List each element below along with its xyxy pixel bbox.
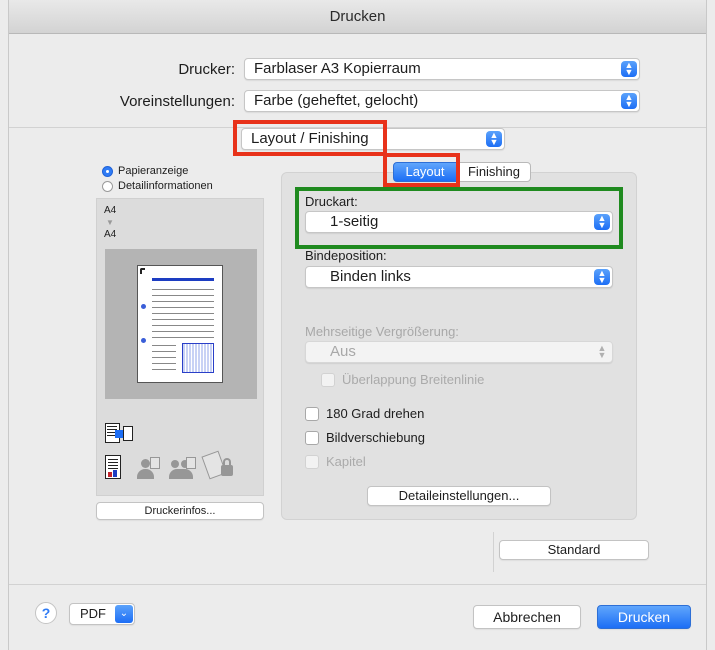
punch-hole-icon	[141, 304, 146, 309]
header-line	[152, 278, 214, 281]
radio-paper-label: Papieranzeige	[118, 165, 189, 177]
highlight-section-menu	[233, 120, 387, 156]
print-dialog: Drucken Drucker: Farblaser A3 Kopierraum…	[8, 0, 707, 650]
separator	[9, 584, 706, 585]
page-thumbnail	[137, 265, 223, 383]
paper-preview: A4 ▼ A4	[96, 198, 264, 496]
cancel-button[interactable]: Abbrechen	[473, 605, 581, 629]
radio-details-label: Detailinformationen	[118, 180, 213, 192]
image-shift-label: Bildverschiebung	[326, 430, 426, 445]
paper-size-top: A4	[104, 205, 117, 216]
up-down-stepper-icon: ▲ ▼	[621, 61, 637, 77]
printer-value: Farblaser A3 Kopierraum	[254, 60, 421, 77]
radio-dot	[102, 165, 113, 177]
detail-settings-button[interactable]: Detaileinstellungen...	[367, 486, 551, 506]
bindeposition-select[interactable]: Binden links ▲ ▼	[305, 266, 613, 288]
pdf-menu-button[interactable]: PDF ⌄	[69, 603, 135, 625]
checkbox-box	[321, 372, 335, 387]
chevron-down-icon: ⌄	[115, 605, 133, 623]
up-down-stepper-icon: ▲ ▼	[621, 93, 637, 109]
bindeposition-label: Bindeposition:	[305, 248, 387, 263]
document-icon[interactable]	[105, 455, 121, 479]
pdf-label: PDF	[80, 606, 106, 621]
printer-job-icon[interactable]	[105, 423, 133, 445]
users-icon	[169, 457, 199, 481]
up-down-stepper-icon: ▲ ▼	[594, 269, 610, 285]
image-block	[182, 343, 214, 373]
radio-detail-info[interactable]: Detailinformationen	[102, 180, 213, 192]
checkbox-box	[305, 430, 319, 445]
tab-finishing[interactable]: Finishing	[457, 162, 531, 182]
text-lines-short	[152, 342, 176, 372]
up-down-stepper-icon: ▲ ▼	[597, 343, 607, 360]
arrow-down-icon: ▼	[106, 218, 114, 227]
paper-size-bottom: A4	[104, 229, 117, 240]
paper-preview-area	[105, 249, 257, 399]
enlargement-value: Aus	[330, 343, 356, 360]
standard-button[interactable]: Standard	[499, 540, 649, 560]
window-title: Drucken	[9, 0, 706, 34]
rotate-label: 180 Grad drehen	[326, 406, 425, 421]
checkbox-box	[305, 406, 319, 421]
highlight-layout-tab	[383, 153, 460, 187]
printer-info-button[interactable]: Druckerinfos...	[96, 502, 264, 520]
lock-icon	[201, 450, 235, 483]
printer-label: Drucker:	[178, 61, 235, 78]
text-lines	[152, 286, 214, 338]
punch-hole-icon	[141, 338, 146, 343]
staple-icon	[140, 268, 145, 274]
divider	[493, 532, 494, 572]
image-shift-checkbox[interactable]: Bildverschiebung	[305, 430, 425, 445]
checkbox-box	[305, 454, 319, 469]
help-icon[interactable]: ?	[35, 602, 57, 624]
bindeposition-value: Binden links	[330, 268, 411, 285]
radio-paper-preview[interactable]: Papieranzeige	[102, 165, 188, 177]
chapter-label: Kapitel	[326, 454, 366, 469]
up-down-stepper-icon: ▲ ▼	[486, 131, 502, 147]
print-button[interactable]: Drucken	[597, 605, 691, 629]
overlap-label: Überlappung Breitenlinie	[342, 372, 485, 387]
enlargement-label: Mehrseitige Vergrößerung:	[305, 324, 459, 339]
presets-value: Farbe (geheftet, gelocht)	[254, 92, 419, 109]
overlap-checkbox: Überlappung Breitenlinie	[321, 372, 484, 387]
rotate-checkbox[interactable]: 180 Grad drehen	[305, 406, 424, 421]
enlargement-select: Aus ▲ ▼	[305, 341, 613, 363]
presets-label: Voreinstellungen:	[119, 93, 235, 110]
user-icon	[137, 457, 161, 481]
radio-dot	[102, 180, 113, 192]
printer-select[interactable]: Farblaser A3 Kopierraum ▲ ▼	[244, 58, 640, 80]
chapter-checkbox: Kapitel	[305, 454, 366, 469]
highlight-druckart	[295, 187, 623, 249]
presets-select[interactable]: Farbe (geheftet, gelocht) ▲ ▼	[244, 90, 640, 112]
